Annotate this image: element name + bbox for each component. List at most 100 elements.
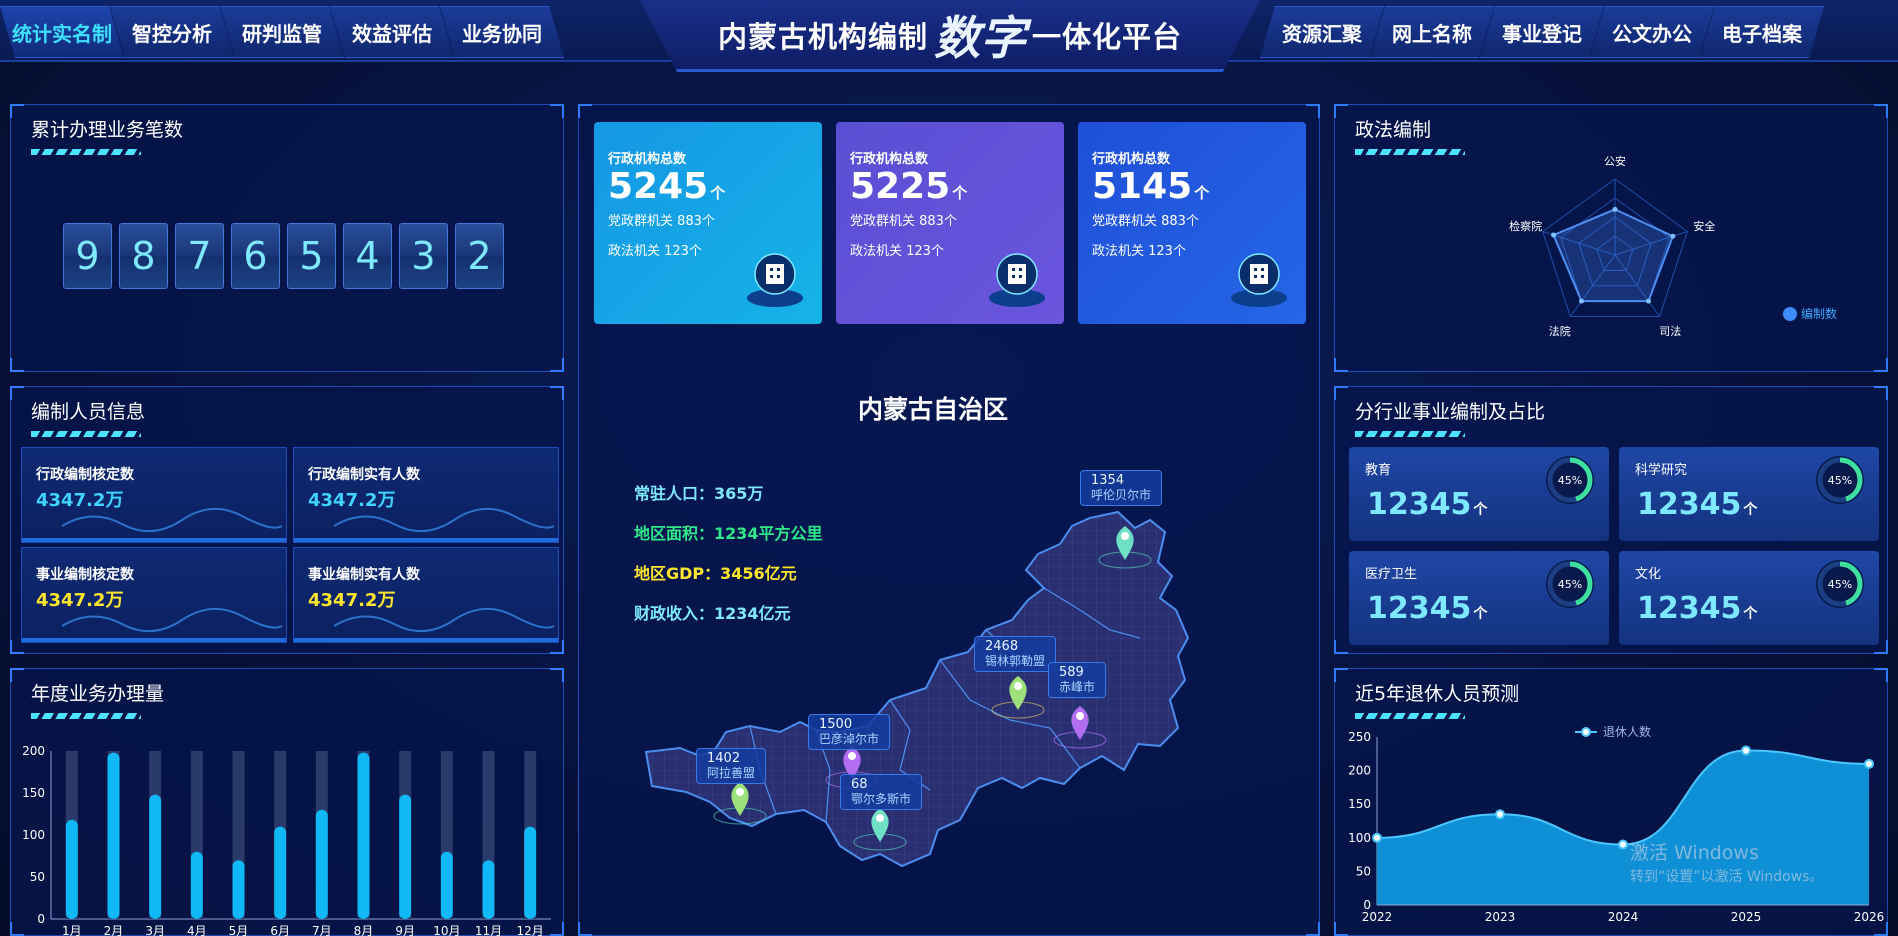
nav-tab[interactable]: 统计实名制 bbox=[0, 6, 124, 58]
stat-number: 5145 bbox=[1092, 166, 1193, 207]
industry-card[interactable]: 科学研究 12345 个 45% bbox=[1619, 447, 1879, 541]
staffing-card-label: 事业编制核定数 bbox=[36, 567, 134, 583]
nav-tab[interactable]: 电子档案 bbox=[1700, 6, 1824, 58]
data-point[interactable] bbox=[1495, 809, 1505, 820]
nav-tab[interactable]: 智控分析 bbox=[110, 6, 234, 58]
nav-tab[interactable]: 研判监管 bbox=[220, 6, 344, 58]
counter-digit: 2 bbox=[455, 223, 504, 289]
pin-name: 巴彦淖尔市 bbox=[819, 732, 880, 746]
pin-value: 1354 bbox=[1091, 473, 1125, 488]
industry-unit: 个 bbox=[1743, 606, 1758, 622]
bar[interactable] bbox=[190, 851, 203, 919]
stat-label: 行政机构总数 bbox=[1092, 152, 1171, 167]
digit-counter: 98765432 bbox=[63, 223, 504, 289]
industry-title: 分行业事业编制及占比 bbox=[1355, 401, 1546, 423]
map-pin-label[interactable]: 1354 呼伦贝尔市 bbox=[1080, 470, 1163, 506]
map-pin-label[interactable]: 1402 阿拉善盟 bbox=[696, 748, 767, 784]
industry-card[interactable]: 医疗卫生 12345 个 45% bbox=[1349, 551, 1609, 645]
data-point[interactable] bbox=[1372, 832, 1382, 843]
legend-marker-icon bbox=[1581, 727, 1591, 737]
radar-axis-label: 公安 bbox=[1604, 154, 1626, 168]
nav-tab[interactable]: 效益评估 bbox=[330, 6, 454, 58]
industry-value: 12345 个 bbox=[1637, 591, 1757, 626]
staffing-card[interactable]: 行政编制实有人数 4347.2万 bbox=[293, 447, 559, 543]
bar[interactable] bbox=[399, 794, 412, 919]
map-pin-label[interactable]: 2468 锡林郭勒盟 bbox=[974, 636, 1057, 672]
industry-unit: 个 bbox=[1473, 606, 1488, 622]
legend-label: 编制数 bbox=[1801, 307, 1838, 321]
building-icon bbox=[1231, 253, 1287, 307]
staffing-card[interactable]: 事业编制核定数 4347.2万 bbox=[21, 547, 287, 643]
counter-digit: 7 bbox=[175, 223, 224, 289]
chart-legend[interactable]: 退休人数 bbox=[1575, 724, 1651, 739]
nav-tab[interactable]: 公文办公 bbox=[1590, 6, 1714, 58]
nav-tab[interactable]: 业务协同 bbox=[440, 6, 564, 58]
stat-value: 5225 个 bbox=[850, 166, 967, 207]
wave-decoration bbox=[62, 507, 282, 532]
data-point[interactable] bbox=[1864, 758, 1874, 769]
y-tick-label: 100 bbox=[22, 828, 45, 842]
radar-axis-label: 检察院 bbox=[1509, 219, 1542, 233]
card-underline bbox=[294, 638, 558, 642]
bar[interactable] bbox=[482, 860, 495, 919]
stat-card[interactable]: 行政机构总数 5225 个党政群机关 883个 政法机关 123个 bbox=[836, 122, 1064, 324]
map-pin-label[interactable]: 68 鄂尔多斯市 bbox=[840, 774, 923, 810]
bar[interactable] bbox=[107, 752, 120, 919]
radar-point bbox=[1551, 232, 1557, 238]
inner-mongolia-map[interactable] bbox=[640, 470, 1200, 930]
percent-ring: 45% bbox=[1816, 456, 1864, 504]
percent-label: 45% bbox=[1558, 578, 1582, 591]
pin-value: 589 bbox=[1059, 665, 1084, 680]
x-tick-label: 2023 bbox=[1485, 910, 1516, 924]
staffing-card[interactable]: 事业编制实有人数 4347.2万 bbox=[293, 547, 559, 643]
pin-name: 赤峰市 bbox=[1059, 680, 1096, 694]
bar[interactable] bbox=[65, 819, 78, 919]
card-underline bbox=[22, 638, 286, 642]
bar[interactable] bbox=[357, 752, 370, 919]
nav-tab[interactable]: 事业登记 bbox=[1480, 6, 1604, 58]
page-title: 内蒙古机构编制 数字 一体化平台 bbox=[640, 0, 1260, 72]
map-pin-label[interactable]: 1500 巴彦淖尔市 bbox=[808, 714, 891, 750]
x-tick-label: 9月 bbox=[395, 924, 415, 936]
windows-activation-hint: 转到“设置”以激活 Windows。 bbox=[1630, 869, 1824, 885]
bar[interactable] bbox=[232, 860, 245, 919]
counter-panel: 累计办理业务笔数 98765432 bbox=[10, 104, 564, 372]
stat-number: 5225 bbox=[850, 166, 951, 207]
counter-digit: 3 bbox=[399, 223, 448, 289]
counter-digit: 8 bbox=[119, 223, 168, 289]
y-tick-label: 150 bbox=[22, 786, 45, 800]
stat-label: 行政机构总数 bbox=[850, 152, 929, 167]
percent-label: 45% bbox=[1828, 474, 1852, 487]
pin-value: 68 bbox=[851, 777, 868, 792]
bar[interactable] bbox=[274, 826, 287, 919]
bar[interactable] bbox=[149, 794, 162, 919]
stat-card[interactable]: 行政机构总数 5245 个党政群机关 883个 政法机关 123个 bbox=[594, 122, 822, 324]
bar[interactable] bbox=[315, 809, 328, 919]
stat-number: 5245 bbox=[608, 166, 709, 207]
pin-value: 1500 bbox=[819, 717, 853, 732]
radar-point bbox=[1646, 298, 1652, 304]
industry-value: 12345 个 bbox=[1367, 487, 1487, 522]
radar-legend[interactable]: 编制数 bbox=[1783, 305, 1837, 322]
nav-tab[interactable]: 网上名称 bbox=[1370, 6, 1494, 58]
map-pin-label[interactable]: 589 赤峰市 bbox=[1048, 662, 1107, 698]
bar[interactable] bbox=[440, 851, 453, 919]
data-point[interactable] bbox=[1741, 745, 1751, 756]
x-tick-label: 6月 bbox=[270, 924, 290, 936]
title-part-3: 一体化平台 bbox=[1032, 19, 1183, 54]
title-decoration bbox=[31, 431, 141, 437]
data-point[interactable] bbox=[1618, 839, 1628, 850]
staffing-card[interactable]: 行政编制核定数 4347.2万 bbox=[21, 447, 287, 543]
x-tick-label: 7月 bbox=[312, 924, 332, 936]
industry-card[interactable]: 教育 12345 个 45% bbox=[1349, 447, 1609, 541]
bar[interactable] bbox=[524, 826, 537, 919]
building-icon bbox=[989, 253, 1045, 307]
industry-label: 科学研究 bbox=[1635, 463, 1688, 478]
stat-card[interactable]: 行政机构总数 5145 个党政群机关 883个 政法机关 123个 bbox=[1078, 122, 1306, 324]
wave-decoration bbox=[62, 607, 282, 632]
legal-panel: 政法编制 公安 安全 司法 法院 检察院 编制数 bbox=[1334, 104, 1888, 372]
industry-card[interactable]: 文化 12345 个 45% bbox=[1619, 551, 1879, 645]
x-tick-label: 2月 bbox=[104, 924, 124, 936]
retire-panel: 近5年退休人员预测 0 50 100 150 200 250 2022 2023 2024 202… bbox=[1334, 668, 1888, 936]
nav-tab[interactable]: 资源汇聚 bbox=[1260, 6, 1384, 58]
